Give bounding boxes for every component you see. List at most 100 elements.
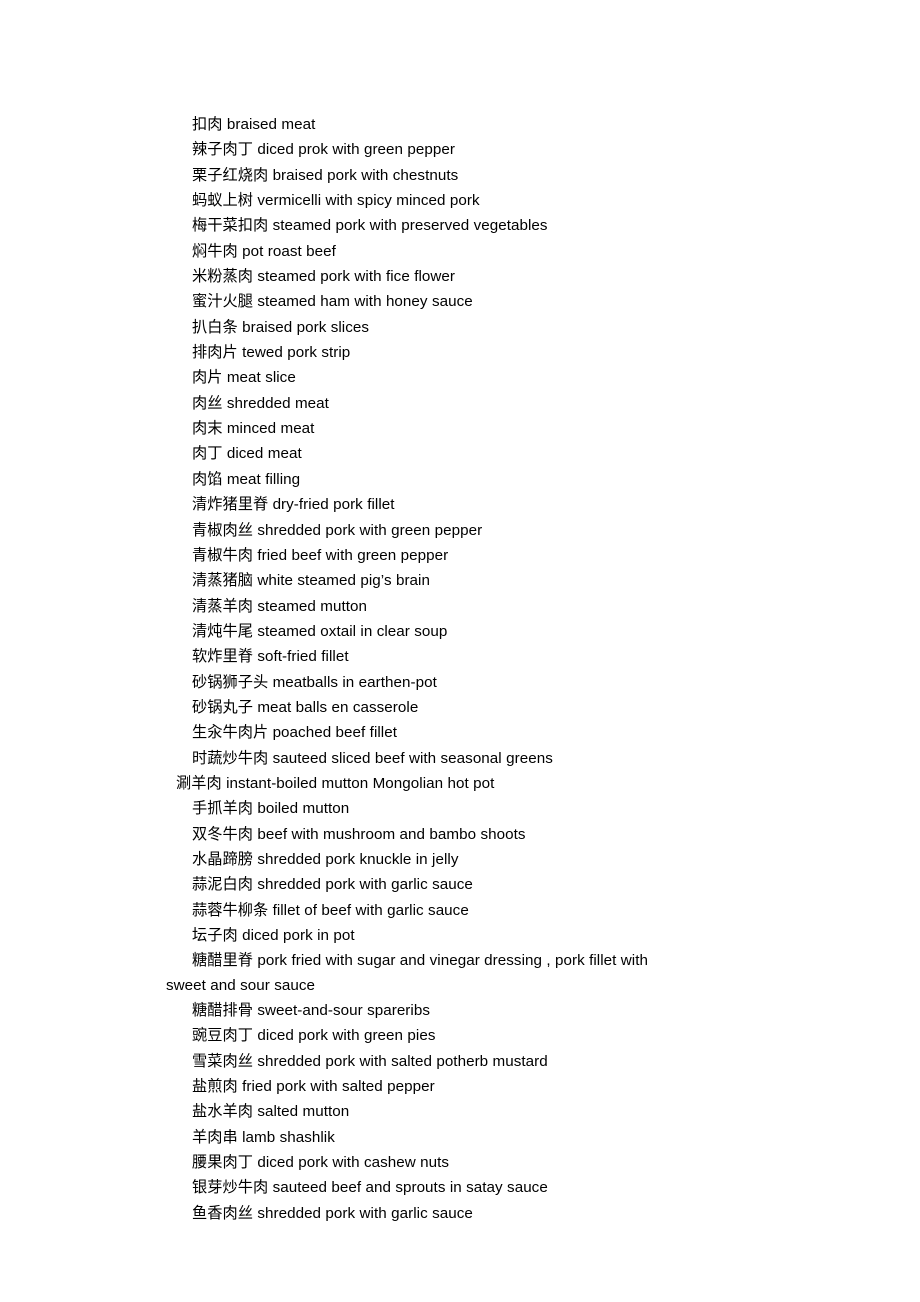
entry-translation-english: shredded pork with garlic sauce xyxy=(257,876,473,894)
glossary-entry: 青椒牛肉 fried beef with green pepper xyxy=(166,543,682,568)
entry-term-chinese: 水晶蹄膀 xyxy=(192,849,253,868)
entry-translation-english: meatballs in earthen-pot xyxy=(272,673,437,691)
glossary-entry: 生汆牛肉片 poached beef fillet xyxy=(166,720,682,745)
glossary-entry: 扣肉 braised meat xyxy=(166,112,682,137)
entry-translation-english: steamed pork with preserved vegetables xyxy=(272,217,548,235)
glossary-entry: 辣子肉丁 diced prok with green pepper xyxy=(166,137,682,162)
glossary-entry: 糖醋排骨 sweet-and-sour spareribs xyxy=(166,998,682,1023)
entry-translation-english: braised meat xyxy=(226,116,316,133)
glossary-entry: 盐煎肉 fried pork with salted pepper xyxy=(166,1074,682,1099)
glossary-entry: 银芽炒牛肉 sauteed beef and sprouts in satay … xyxy=(166,1175,682,1200)
glossary-entry: 盐水羊肉 salted mutton xyxy=(166,1099,682,1124)
entry-term-chinese: 清炸猪里脊 xyxy=(192,495,269,514)
entry-term-chinese: 肉片 xyxy=(192,368,223,387)
entry-term-chinese: 米粉蒸肉 xyxy=(192,267,253,286)
entry-term-chinese: 砂锅狮子头 xyxy=(192,672,269,691)
glossary-entry: 糖醋里脊 pork fried with sugar and vinegar d… xyxy=(166,948,682,998)
entry-translation-english: sweet-and-sour spareribs xyxy=(257,1002,430,1020)
glossary-entry: 清炸猪里脊 dry-fried pork fillet xyxy=(166,492,682,517)
entry-term-chinese: 梅干菜扣肉 xyxy=(192,216,269,235)
entry-translation-english: poached beef fillet xyxy=(272,724,397,742)
entry-term-chinese: 蚂蚁上树 xyxy=(192,191,253,210)
entry-term-chinese: 软炸里脊 xyxy=(192,647,253,666)
entry-term-chinese: 青椒肉丝 xyxy=(192,520,253,539)
entry-term-chinese: 鱼香肉丝 xyxy=(192,1203,253,1222)
entry-term-chinese: 肉末 xyxy=(192,419,223,438)
entry-term-chinese: 栗子红烧肉 xyxy=(192,165,269,184)
entry-translation-english: white steamed pig’s brain xyxy=(257,572,430,590)
entry-translation-english: meat balls en casserole xyxy=(257,698,419,716)
entry-translation-english: beef with mushroom and bambo shoots xyxy=(257,825,526,843)
entry-term-chinese: 清炖牛尾 xyxy=(192,621,253,640)
glossary-entry: 焖牛肉 pot roast beef xyxy=(166,239,682,264)
glossary-entry: 双冬牛肉 beef with mushroom and bambo shoots xyxy=(166,822,682,847)
entry-term-chinese: 羊肉串 xyxy=(192,1127,238,1146)
glossary-entry: 手抓羊肉 boiled mutton xyxy=(166,796,682,821)
entry-term-chinese: 蒜泥白肉 xyxy=(192,875,253,894)
entry-term-chinese: 时蔬炒牛肉 xyxy=(192,748,269,767)
entry-translation-english: braised pork with chestnuts xyxy=(272,166,459,184)
glossary-entry: 青椒肉丝 shredded pork with green pepper xyxy=(166,518,682,543)
glossary-entry: 软炸里脊 soft-fried fillet xyxy=(166,644,682,669)
entry-translation-english: fried pork with salted pepper xyxy=(242,1078,435,1096)
glossary-entry: 排肉片 tewed pork strip xyxy=(166,340,682,365)
entry-term-chinese: 肉丁 xyxy=(192,444,223,463)
entry-term-chinese: 辣子肉丁 xyxy=(192,140,253,159)
glossary-entry: 豌豆肉丁 diced pork with green pies xyxy=(166,1023,682,1048)
entry-term-chinese: 生汆牛肉片 xyxy=(192,723,269,742)
glossary-entry: 蜜汁火腿 steamed ham with honey sauce xyxy=(166,289,682,314)
entry-term-chinese: 清蒸羊肉 xyxy=(192,596,253,615)
entry-translation-english: sauteed sliced beef with seasonal greens xyxy=(272,749,553,767)
entry-translation-english: boiled mutton xyxy=(257,800,350,818)
entry-term-chinese: 盐煎肉 xyxy=(192,1077,238,1096)
glossary-entry: 鱼香肉丝 shredded pork with garlic sauce xyxy=(166,1201,682,1226)
entry-term-chinese: 银芽炒牛肉 xyxy=(192,1178,269,1197)
glossary-entry: 清炖牛尾 steamed oxtail in clear soup xyxy=(166,619,682,644)
entry-translation-english: shredded pork with salted potherb mustar… xyxy=(257,1052,548,1070)
entry-term-chinese: 豌豆肉丁 xyxy=(192,1026,253,1045)
entry-term-chinese: 排肉片 xyxy=(192,343,238,362)
entry-translation-english: sauteed beef and sprouts in satay sauce xyxy=(272,1179,548,1197)
glossary-entry: 雪菜肉丝 shredded pork with salted potherb m… xyxy=(166,1049,682,1074)
glossary-entry: 羊肉串 lamb shashlik xyxy=(166,1125,682,1150)
entry-translation-english: diced prok with green pepper xyxy=(257,141,456,159)
entry-translation-english: shredded pork knuckle in jelly xyxy=(257,850,459,868)
entry-term-chinese: 清蒸猪脑 xyxy=(192,571,253,590)
glossary-entry: 涮羊肉 instant-boiled mutton Mongolian hot … xyxy=(166,771,682,796)
glossary-entry: 肉片 meat slice xyxy=(166,365,682,390)
entry-translation-english: salted mutton xyxy=(257,1103,350,1121)
entry-translation-english: shredded meat xyxy=(226,394,329,412)
entry-term-chinese: 扣肉 xyxy=(192,115,223,133)
entry-translation-english: instant-boiled mutton Mongolian hot pot xyxy=(226,774,495,792)
entry-translation-english: steamed pork with fice flower xyxy=(257,268,456,286)
glossary-entry: 蚂蚁上树 vermicelli with spicy minced pork xyxy=(166,188,682,213)
entry-translation-english: dry-fried pork fillet xyxy=(272,496,395,514)
entry-translation-english: steamed ham with honey sauce xyxy=(257,293,473,311)
entry-translation-english: diced meat xyxy=(226,445,302,463)
glossary-entry: 蒜泥白肉 shredded pork with garlic sauce xyxy=(166,872,682,897)
entry-translation-english: pot roast beef xyxy=(242,242,336,260)
glossary-entry: 肉丝 shredded meat xyxy=(166,391,682,416)
glossary-entry: 砂锅丸子 meat balls en casserole xyxy=(166,695,682,720)
glossary-entry: 扒白条 braised pork slices xyxy=(166,315,682,340)
glossary-entry: 米粉蒸肉 steamed pork with fice flower xyxy=(166,264,682,289)
entry-translation-english: diced pork in pot xyxy=(242,927,355,944)
glossary-entry: 时蔬炒牛肉 sauteed sliced beef with seasonal … xyxy=(166,746,682,771)
glossary-entry: 水晶蹄膀 shredded pork knuckle in jelly xyxy=(166,847,682,872)
entry-term-chinese: 糖醋里脊 xyxy=(192,951,253,970)
entry-translation-english: fillet of beef with garlic sauce xyxy=(272,901,469,919)
entry-translation-english: steamed mutton xyxy=(257,597,368,615)
entry-translation-english: shredded pork with garlic sauce xyxy=(257,1204,473,1222)
entry-term-chinese: 糖醋排骨 xyxy=(192,1001,253,1020)
entry-term-chinese: 涮羊肉 xyxy=(176,773,222,792)
glossary-entry: 肉馅 meat filling xyxy=(166,467,682,492)
glossary-entry: 清蒸羊肉 steamed mutton xyxy=(166,594,682,619)
glossary-entry: 梅干菜扣肉 steamed pork with preserved vegeta… xyxy=(166,213,682,238)
glossary-entry: 腰果肉丁 diced pork with cashew nuts xyxy=(166,1150,682,1175)
entry-term-chinese: 焖牛肉 xyxy=(192,241,238,260)
entry-term-chinese: 蒜蓉牛柳条 xyxy=(192,900,269,919)
entry-translation-english: fried beef with green pepper xyxy=(257,546,449,564)
entry-term-chinese: 肉丝 xyxy=(192,393,223,412)
entry-term-chinese: 肉馅 xyxy=(192,469,223,488)
document-page: 扣肉 braised meat 辣子肉丁 diced prok with gree… xyxy=(0,0,920,1302)
